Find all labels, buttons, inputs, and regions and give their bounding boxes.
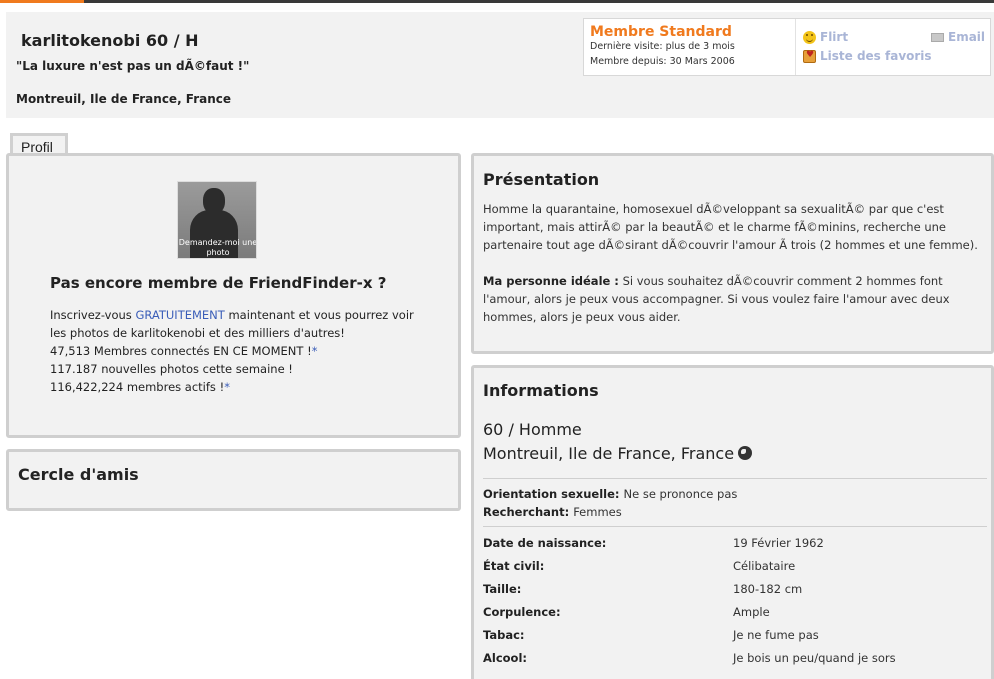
friends-panel: Cercle d'amis: [6, 449, 461, 511]
profile-motto: "La luxure n'est pas un dÃ©faut !": [16, 59, 250, 73]
detail-value: 180-182 cm: [733, 582, 803, 596]
informations-panel: Informations 60 / Homme Montreuil, Ile d…: [471, 365, 994, 679]
top-bar-accent: [0, 0, 84, 3]
presentation-body: Homme la quarantaine, homosexuel dÃ©velo…: [483, 200, 983, 326]
profile-location: Montreuil, Ile de France, France: [16, 92, 232, 106]
avatar-placeholder[interactable]: Demandez-moi une photo: [177, 181, 257, 259]
favorites-button[interactable]: Liste des favoris: [803, 49, 932, 63]
membership-box: Membre Standard Dernière visite: plus de…: [583, 18, 991, 76]
asterisk-link[interactable]: *: [224, 380, 230, 394]
membership-title: Membre Standard: [590, 24, 732, 40]
globe-icon[interactable]: [738, 446, 753, 460]
detail-value: Célibataire: [733, 559, 796, 573]
promo-line-5: 116,422,224 membres actifs !*: [50, 378, 420, 396]
top-bar: [0, 0, 994, 3]
orientation-label: Orientation sexuelle:: [483, 487, 620, 501]
friends-title: Cercle d'amis: [18, 465, 139, 484]
profile-header: karlitokenobi 60 / H "La luxure n'est pa…: [6, 12, 994, 118]
flirt-button[interactable]: Flirt: [803, 30, 848, 44]
seeking-row: Recherchant: Femmes: [483, 505, 622, 519]
detail-value: Ample: [733, 605, 770, 619]
promo-online-count: 47,513 Membres connectés EN CE MOMENT !: [50, 344, 312, 358]
info-location-row: Montreuil, Ile de France, France: [483, 444, 753, 463]
seeking-label: Recherchant:: [483, 505, 570, 519]
profile-name: karlitokenobi 60 / H: [21, 31, 199, 50]
last-visit: Dernière visite: plus de 3 mois: [590, 41, 735, 52]
detail-label: État civil:: [483, 559, 545, 573]
promo-line-2: les photos de karlitokenobi et des milli…: [50, 326, 345, 340]
orientation-value: Ne se prononce pas: [623, 487, 738, 501]
flirt-label: Flirt: [820, 30, 849, 44]
detail-label: Corpulence:: [483, 605, 561, 619]
member-since: Membre depuis: 30 Mars 2006: [590, 56, 735, 67]
detail-label: Alcool:: [483, 651, 528, 665]
detail-label: Tabac:: [483, 628, 525, 642]
detail-value: 19 Février 1962: [733, 536, 824, 550]
membership-info: Membre Standard Dernière visite: plus de…: [584, 19, 796, 75]
detail-value: Je bois un peu/quand je sors: [733, 651, 896, 665]
presentation-panel: Présentation Homme la quarantaine, homos…: [471, 153, 994, 354]
detail-label: Taille:: [483, 582, 522, 596]
info-location: Montreuil, Ile de France, France: [483, 444, 735, 463]
ideal-label: Ma personne idéale :: [483, 274, 619, 288]
email-label: Email: [948, 30, 986, 44]
seeking-value: Femmes: [573, 505, 622, 519]
signup-free-link[interactable]: GRATUITEMENT: [135, 308, 224, 322]
divider: [483, 478, 987, 479]
orientation-row: Orientation sexuelle: Ne se prononce pas: [483, 487, 737, 501]
promo-text: Inscrivez-vous GRATUITEMENT maintenant e…: [50, 306, 420, 396]
promo-line-1-b: maintenant et vous pourrez voir: [224, 308, 414, 322]
promo-line-1-a: Inscrivez-vous: [50, 308, 136, 322]
detail-label: Date de naissance:: [483, 536, 607, 550]
asterisk-link[interactable]: *: [312, 344, 318, 358]
favorites-icon: [803, 49, 816, 63]
envelope-icon: [931, 32, 944, 42]
smiley-icon: [803, 30, 816, 44]
favorites-label: Liste des favoris: [820, 49, 932, 63]
detail-value: Je ne fume pas: [733, 628, 819, 642]
divider: [483, 526, 987, 527]
promo-line-4: 117.187 nouvelles photos cette semaine !: [50, 362, 293, 376]
promo-line-3: 47,513 Membres connectés EN CE MOMENT !*: [50, 342, 420, 360]
profile-panel: Demandez-moi une photo Pas encore membre…: [6, 153, 461, 438]
presentation-title: Présentation: [483, 170, 600, 189]
presentation-text: Homme la quarantaine, homosexuel dÃ©velo…: [483, 202, 978, 252]
promo-active-count: 116,422,224 membres actifs !: [50, 380, 225, 394]
informations-title: Informations: [483, 381, 599, 400]
email-button[interactable]: Email: [931, 30, 985, 44]
ideal-partner: Ma personne idéale : Si vous souhaitez d…: [483, 272, 983, 326]
promo-line-1: Inscrivez-vous GRATUITEMENT maintenant e…: [50, 306, 420, 324]
age-gender: 60 / Homme: [483, 420, 582, 439]
promo-title: Pas encore membre de FriendFinder-x ?: [50, 274, 387, 292]
avatar-caption: Demandez-moi une photo: [178, 238, 257, 257]
